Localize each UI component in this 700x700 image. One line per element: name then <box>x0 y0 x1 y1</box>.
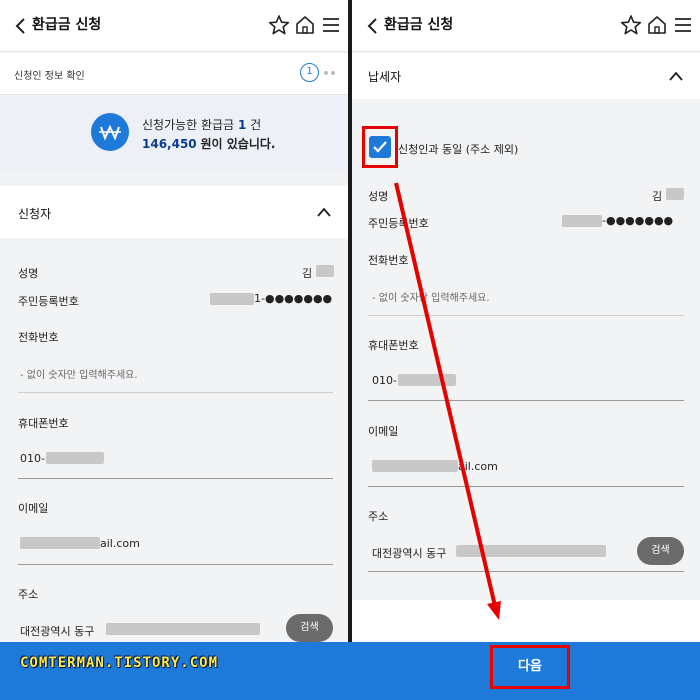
address-search-button[interactable]: 검색 <box>286 614 333 642</box>
masked-mobile <box>46 452 104 464</box>
masked-email <box>372 460 458 472</box>
menu-icon[interactable] <box>672 14 694 36</box>
rrn-label: 주민등록번호 <box>18 295 79 308</box>
summary-count: 1 <box>237 118 247 132</box>
refund-summary: 신청가능한 환급금 1 건 146,450 원이 있습니다. <box>0 96 348 170</box>
email-label: 이메일 <box>368 425 399 438</box>
same-as-applicant-label[interactable]: 신청인과 동일 (주소 제외) <box>398 141 518 157</box>
summary-amount: 146,450 <box>142 137 197 151</box>
address-label: 주소 <box>368 510 389 523</box>
bottom-spacer <box>352 600 700 642</box>
masked-name <box>316 265 334 277</box>
mobile-input[interactable]: 010- <box>372 374 397 387</box>
address-input[interactable]: 대전광역시 동구 <box>20 623 94 639</box>
masked-address <box>456 545 606 557</box>
masked-rrn <box>210 293 254 305</box>
page-title: 환급금 신청 <box>384 17 454 33</box>
same-as-applicant-checkbox[interactable] <box>369 136 391 158</box>
summary-suffix: 원이 있습니다. <box>200 137 276 151</box>
phone-label: 전화번호 <box>368 254 409 267</box>
section-title: 납세자 <box>368 70 402 84</box>
phone-underline <box>368 315 684 316</box>
summary-line-2: 146,450 원이 있습니다. <box>142 135 275 152</box>
right-screen: 환급금 신청 납세자 신청인과 동일 (주소 제외) 성명 김 주민등록번호 -… <box>352 0 700 700</box>
page-title: 환급금 신청 <box>32 17 102 33</box>
rrn-value: 1-●●●●●●● <box>254 292 333 305</box>
email-underline <box>18 564 333 565</box>
email-input[interactable]: ail.com <box>100 537 140 550</box>
mobile-underline <box>368 400 684 401</box>
email-label: 이메일 <box>18 502 49 515</box>
phone-input[interactable]: - 없이 숫자만 입력해주세요. <box>20 366 138 381</box>
address-label: 주소 <box>18 588 39 601</box>
step-indicator: 1 <box>300 63 319 82</box>
name-label: 성명 <box>368 190 389 203</box>
footer-bar <box>0 642 700 700</box>
summary-count-unit: 건 <box>250 118 262 132</box>
check-icon <box>373 141 387 153</box>
phone-label: 전화번호 <box>18 331 59 344</box>
masked-mobile <box>398 374 456 386</box>
back-chevron-icon[interactable] <box>12 15 30 37</box>
name-label: 성명 <box>18 267 39 280</box>
menu-icon[interactable] <box>320 14 342 36</box>
step-dot <box>331 71 335 75</box>
masked-name <box>666 188 684 200</box>
left-screen: 환급금 신청 신청인 정보 확인 1 신청가능한 환급금 1 건 146,450… <box>0 0 348 700</box>
home-icon[interactable] <box>294 14 316 36</box>
back-chevron-icon[interactable] <box>364 15 382 37</box>
star-icon[interactable] <box>620 14 642 36</box>
home-icon[interactable] <box>646 14 668 36</box>
step-bar: 신청인 정보 확인 1 <box>0 53 348 95</box>
mobile-input[interactable]: 010- <box>20 452 45 465</box>
address-input[interactable]: 대전광역시 동구 <box>372 545 446 561</box>
app-header: 환급금 신청 <box>352 0 700 52</box>
screen-divider <box>348 0 352 700</box>
won-icon <box>91 113 129 151</box>
email-underline <box>368 486 684 487</box>
star-icon[interactable] <box>268 14 290 36</box>
address-underline <box>368 571 684 572</box>
mobile-label: 휴대폰번호 <box>368 339 419 352</box>
phone-underline <box>18 392 333 393</box>
section-header-applicant[interactable]: 신청자 <box>0 186 348 238</box>
masked-rrn <box>562 215 602 227</box>
masked-address <box>106 623 260 635</box>
address-search-button[interactable]: 검색 <box>637 537 684 565</box>
summary-prefix: 신청가능한 환급금 <box>142 118 235 132</box>
name-value: 김 <box>302 267 313 280</box>
chevron-up-icon[interactable] <box>316 206 332 218</box>
summary-line-1: 신청가능한 환급금 1 건 <box>142 116 261 133</box>
mobile-underline <box>18 478 333 479</box>
step-title: 신청인 정보 확인 <box>14 71 85 82</box>
mobile-label: 휴대폰번호 <box>18 417 69 430</box>
section-title: 신청자 <box>18 207 52 221</box>
app-header: 환급금 신청 <box>0 0 348 52</box>
next-button[interactable]: 다음 <box>497 652 563 682</box>
name-value: 김 <box>652 190 663 203</box>
phone-input[interactable]: - 없이 숫자만 입력해주세요. <box>372 289 490 304</box>
rrn-label: 주민등록번호 <box>368 217 429 230</box>
chevron-up-icon[interactable] <box>668 70 684 82</box>
rrn-value: -●●●●●●● <box>602 214 674 227</box>
email-input[interactable]: ail.com <box>458 460 498 473</box>
masked-email <box>20 537 100 549</box>
watermark-text: COMTERMAN.TISTORY.COM <box>20 655 219 671</box>
step-dot <box>324 71 328 75</box>
section-header-taxpayer[interactable]: 납세자 <box>352 53 700 99</box>
